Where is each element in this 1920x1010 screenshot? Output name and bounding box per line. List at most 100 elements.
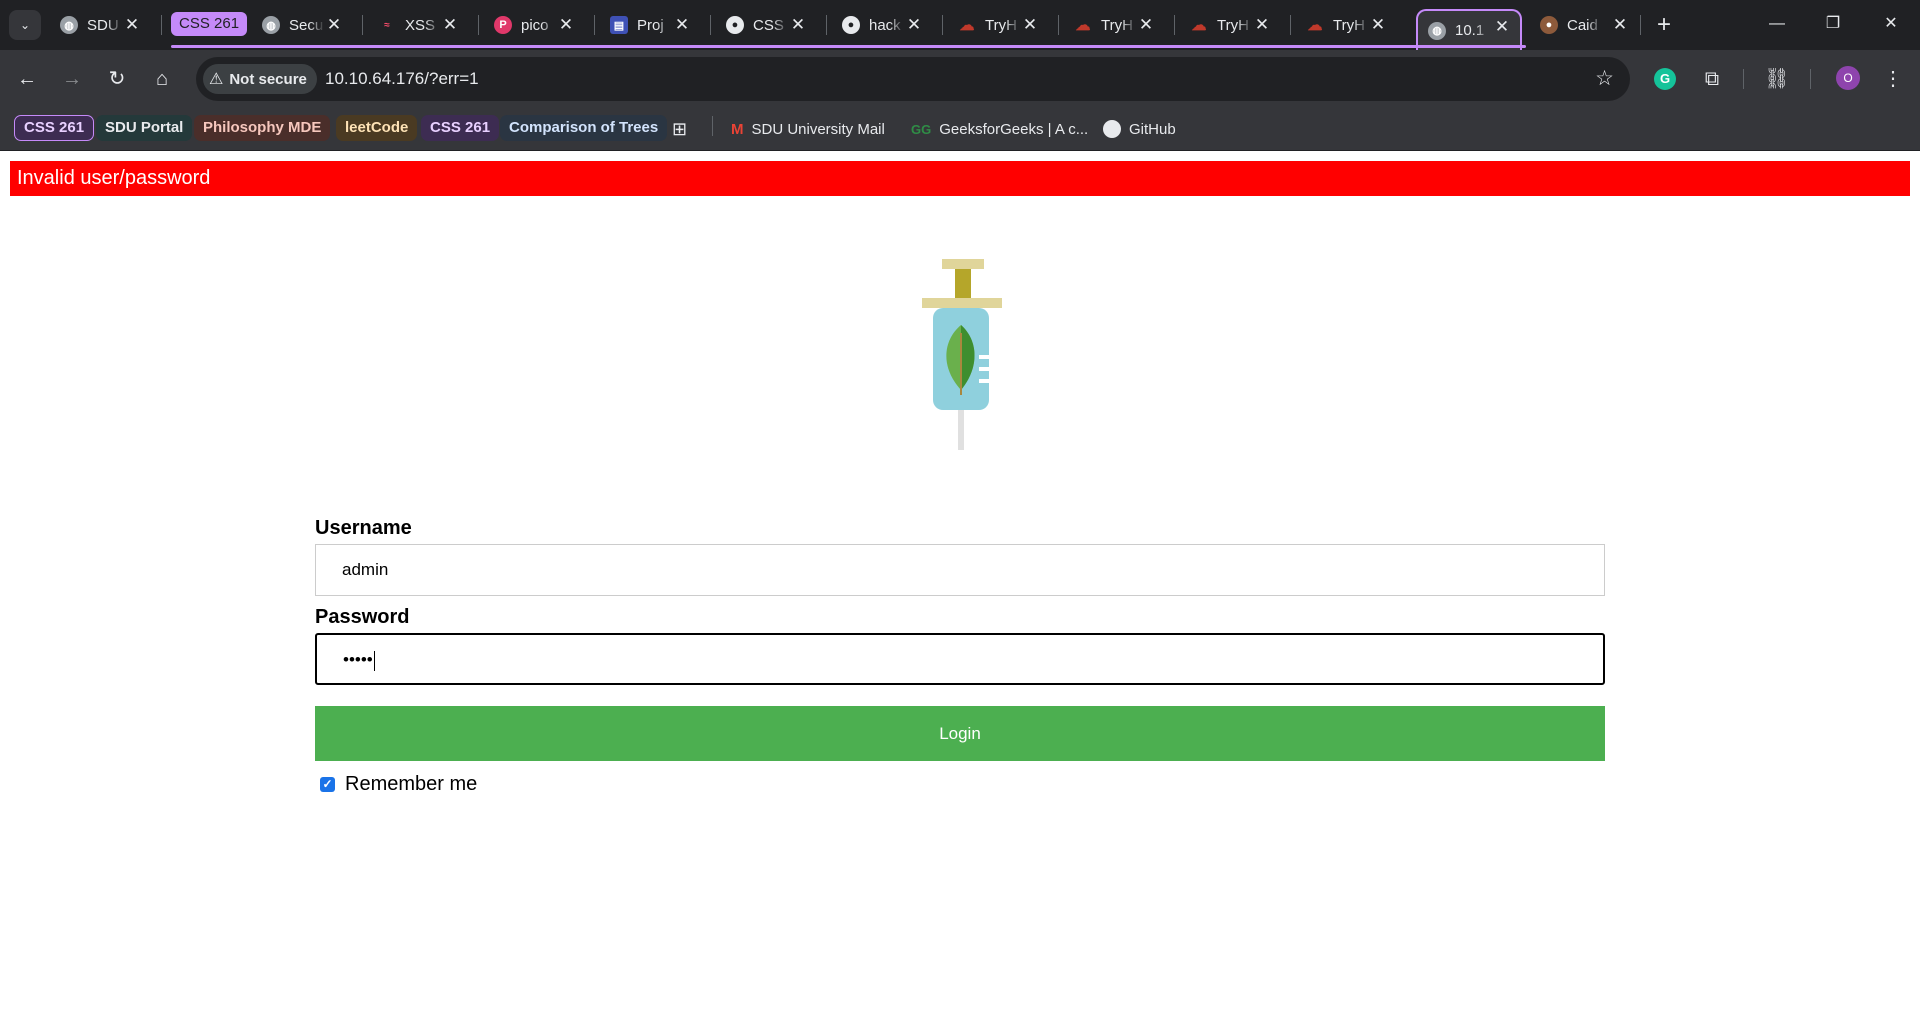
arrow-right-icon: → bbox=[62, 68, 82, 90]
login-form: Username admin Password ••••• Login ✓ Re… bbox=[315, 512, 1605, 796]
tab-github-css[interactable]: ● CSS ✕ bbox=[716, 9, 816, 41]
bookmark-group-comparison-trees[interactable]: Comparison of Trees bbox=[500, 115, 668, 141]
password-input[interactable]: ••••• bbox=[315, 633, 1605, 685]
remember-me-row[interactable]: ✓ Remember me bbox=[315, 773, 1605, 796]
tab-tryhackme-4[interactable]: ☁ TryH ✕ bbox=[1296, 9, 1396, 41]
tab-xss[interactable]: ≈ XSS ✕ bbox=[368, 9, 468, 41]
reload-button[interactable]: ↻ bbox=[102, 64, 132, 94]
bookmark-group-sdu-portal[interactable]: SDU Portal bbox=[96, 115, 193, 141]
remember-me-checkbox[interactable]: ✓ bbox=[320, 777, 335, 792]
address-bar[interactable]: ⚠ Not secure 10.10.64.176/?err=1 ☆ bbox=[196, 57, 1630, 101]
tab-group-underline bbox=[171, 45, 1526, 48]
bookmark-group-css261-2[interactable]: CSS 261 bbox=[421, 115, 500, 141]
close-icon[interactable]: ✕ bbox=[1492, 17, 1512, 37]
tab-separator bbox=[594, 15, 595, 35]
login-button[interactable]: Login bbox=[315, 706, 1605, 761]
bookmark-geeksforgeeks[interactable]: GG GeeksforGeeks | A c... bbox=[911, 116, 1088, 142]
bookmarks-separator bbox=[712, 116, 713, 136]
syringe-leaf-logo bbox=[922, 259, 1002, 450]
close-icon[interactable]: ✕ bbox=[1368, 15, 1388, 35]
home-button[interactable]: ⌂ bbox=[147, 64, 177, 94]
tab-sdu[interactable]: ◍ SDU ✕ bbox=[50, 9, 150, 41]
home-icon: ⌂ bbox=[155, 68, 169, 90]
tryhackme-icon: ☁ bbox=[1307, 17, 1323, 34]
tab-separator bbox=[710, 15, 711, 35]
warning-triangle-icon: ⚠ bbox=[209, 71, 224, 88]
tryhackme-icon: ☁ bbox=[1191, 17, 1207, 34]
globe-icon: ◍ bbox=[262, 16, 280, 34]
back-button[interactable]: ← bbox=[12, 64, 42, 94]
geeksforgeeks-icon: GG bbox=[911, 121, 932, 137]
close-icon[interactable]: ✕ bbox=[1610, 15, 1630, 35]
close-icon[interactable]: ✕ bbox=[556, 15, 576, 35]
close-window-button[interactable]: ✕ bbox=[1871, 8, 1911, 40]
tab-separator bbox=[1174, 15, 1175, 35]
minimize-button[interactable]: — bbox=[1757, 8, 1797, 40]
toolbar-separator bbox=[1743, 69, 1744, 89]
tab-strip: ⌄ ◍ SDU ✕ CSS 261 ◍ Secu ✕ ≈ XSS ✕ P pic… bbox=[0, 0, 1920, 50]
tab-active-login[interactable]: ◍ 10.1 ✕ bbox=[1416, 9, 1522, 50]
tab-search-button[interactable]: ⌄ bbox=[9, 10, 41, 40]
password-masked-value: ••••• bbox=[343, 650, 373, 669]
text-caret bbox=[373, 650, 375, 671]
bookmark-star-icon[interactable]: ☆ bbox=[1595, 66, 1614, 91]
restore-button[interactable]: ❐ bbox=[1813, 8, 1853, 40]
bookmark-github[interactable]: GitHub bbox=[1103, 116, 1176, 142]
tab-tryhackme-3[interactable]: ☁ TryH ✕ bbox=[1180, 9, 1280, 41]
bookmarks-bar: CSS 261 SDU Portal Philosophy MDE leetCo… bbox=[0, 108, 1920, 151]
close-icon[interactable]: ✕ bbox=[1136, 15, 1156, 35]
username-label: Username bbox=[315, 517, 412, 539]
tab-secu[interactable]: ◍ Secu ✕ bbox=[252, 9, 352, 41]
restore-icon: ❐ bbox=[1825, 15, 1841, 32]
tryhackme-icon: ☁ bbox=[959, 17, 975, 34]
tab-separator bbox=[1640, 15, 1641, 35]
tab-proj[interactable]: ▤ Proj ✕ bbox=[600, 9, 700, 41]
chevron-down-icon: ⌄ bbox=[19, 18, 31, 32]
minimize-icon: — bbox=[1769, 15, 1785, 32]
apps-grid-icon[interactable]: ⊞ bbox=[672, 116, 687, 142]
tryhackme-icon: ☁ bbox=[1075, 17, 1091, 34]
username-input[interactable]: admin bbox=[315, 544, 1605, 596]
close-icon[interactable]: ✕ bbox=[440, 15, 460, 35]
tab-separator bbox=[942, 15, 943, 35]
close-icon[interactable]: ✕ bbox=[672, 15, 692, 35]
tab-tryhackme-1[interactable]: ☁ TryH ✕ bbox=[948, 9, 1048, 41]
arrow-left-icon: ← bbox=[17, 68, 37, 90]
close-icon[interactable]: ✕ bbox=[1252, 15, 1272, 35]
link-icon[interactable]: ⛓ bbox=[1762, 64, 1792, 94]
tab-pico[interactable]: P pico ✕ bbox=[484, 9, 584, 41]
grammarly-extension-icon[interactable]: G bbox=[1654, 68, 1676, 90]
close-icon[interactable]: ✕ bbox=[324, 15, 344, 35]
bookmark-group-css261[interactable]: CSS 261 bbox=[14, 115, 95, 141]
globe-icon: ◍ bbox=[1428, 21, 1446, 40]
menu-kebab-icon[interactable]: ⋮ bbox=[1878, 64, 1908, 94]
site-security-chip[interactable]: ⚠ Not secure bbox=[203, 64, 317, 94]
globe-icon: ◍ bbox=[60, 16, 78, 34]
bookmark-sdu-mail[interactable]: M SDU University Mail bbox=[731, 116, 885, 142]
project-icon: ▤ bbox=[610, 16, 628, 34]
tab-github-hack[interactable]: ● hack ✕ bbox=[832, 9, 932, 41]
reload-icon: ↻ bbox=[108, 68, 126, 90]
close-icon[interactable]: ✕ bbox=[1020, 15, 1040, 35]
url-text[interactable]: 10.10.64.176/?err=1 bbox=[325, 69, 479, 89]
cookie-icon: ● bbox=[1540, 16, 1558, 34]
profile-avatar[interactable]: O bbox=[1836, 66, 1860, 90]
tab-separator bbox=[1290, 15, 1291, 35]
github-icon: ● bbox=[726, 16, 744, 34]
bookmark-group-philosophy[interactable]: Philosophy MDE bbox=[194, 115, 331, 141]
tab-caid[interactable]: ● Caid ✕ bbox=[1530, 9, 1638, 41]
tab-tryhackme-2[interactable]: ☁ TryH ✕ bbox=[1064, 9, 1164, 41]
plus-icon: + bbox=[1656, 11, 1671, 38]
github-icon bbox=[1103, 120, 1121, 138]
tab-separator bbox=[362, 15, 363, 35]
tab-group-label[interactable]: CSS 261 bbox=[171, 12, 248, 36]
close-icon[interactable]: ✕ bbox=[904, 15, 924, 35]
gmail-icon: M bbox=[731, 120, 744, 138]
close-icon[interactable]: ✕ bbox=[788, 15, 808, 35]
bookmark-group-leetcode[interactable]: leetCode bbox=[336, 115, 418, 141]
extensions-puzzle-icon[interactable]: ⧉ bbox=[1697, 64, 1727, 94]
new-tab-button[interactable]: + bbox=[1650, 11, 1678, 39]
forward-button[interactable]: → bbox=[57, 64, 87, 94]
close-icon[interactable]: ✕ bbox=[122, 15, 142, 35]
close-icon: ✕ bbox=[1884, 15, 1898, 32]
